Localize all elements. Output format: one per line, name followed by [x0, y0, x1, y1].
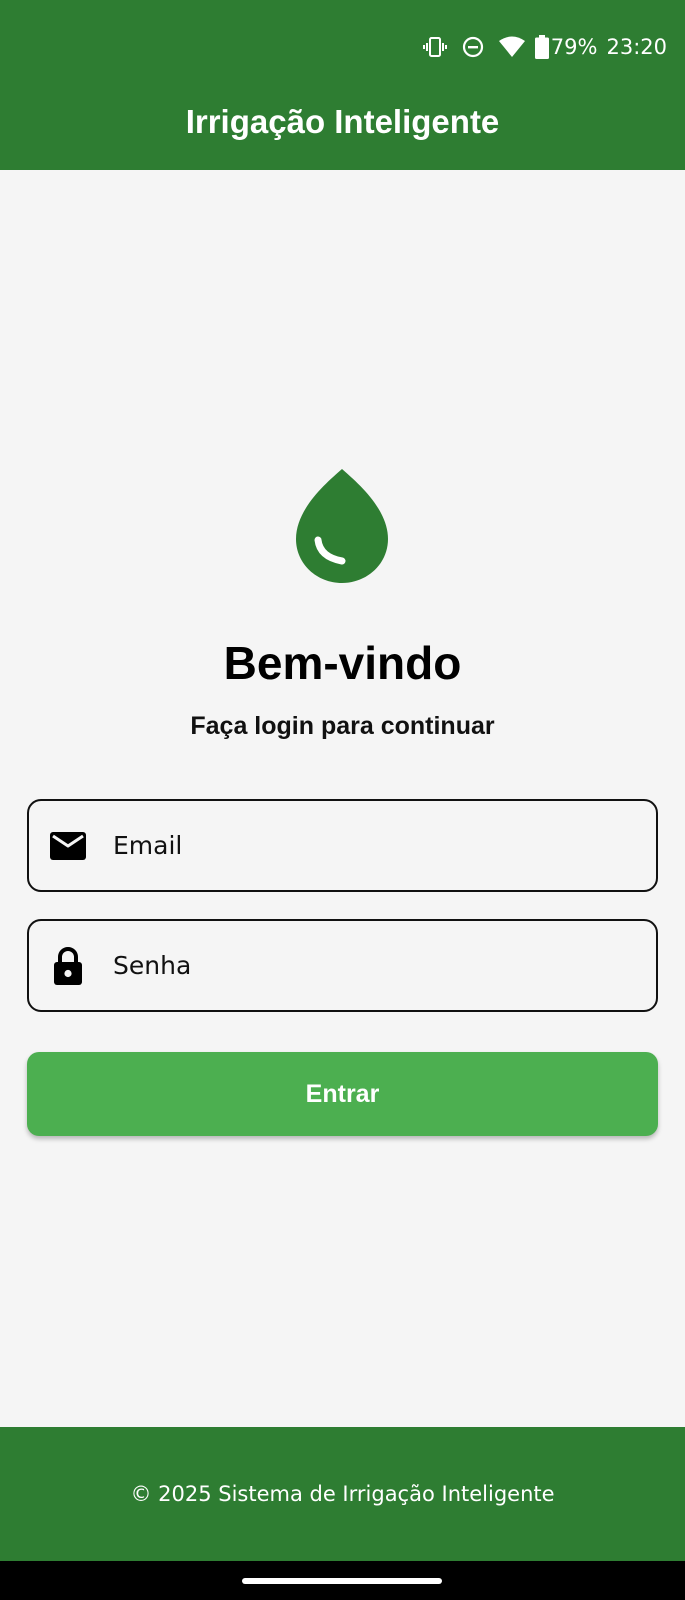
battery-icon	[534, 35, 549, 59]
app-title: Irrigação Inteligente	[185, 103, 500, 140]
system-nav-bar	[0, 1561, 685, 1600]
battery-percent: 79%	[550, 35, 598, 59]
lock-icon	[49, 946, 87, 985]
home-indicator[interactable]	[242, 1578, 442, 1584]
water-drop-icon	[296, 469, 388, 583]
clock: 23:20	[606, 35, 667, 59]
footer: © 2025 Sistema de Irrigação Inteligente	[0, 1427, 685, 1561]
login-button[interactable]: Entrar	[27, 1052, 658, 1136]
password-field[interactable]	[27, 919, 658, 1012]
status-icons: 79% 23:20	[422, 32, 667, 62]
password-input[interactable]	[113, 921, 643, 1010]
do-not-disturb-icon	[461, 35, 485, 59]
app-bar: 79% 23:20 Irrigação Inteligente	[0, 0, 685, 170]
login-subtitle: Faça login para continuar	[190, 712, 495, 740]
vibrate-icon	[422, 35, 447, 59]
welcome-heading: Bem-vindo	[223, 637, 462, 689]
email-input[interactable]	[113, 801, 643, 890]
status-bar: 79% 23:20	[0, 0, 685, 94]
footer-copyright: © 2025 Sistema de Irrigação Inteligente	[130, 1482, 555, 1506]
mail-icon	[49, 827, 87, 865]
email-field[interactable]	[27, 799, 658, 892]
login-screen: 79% 23:20 Irrigação Inteligente Bem-vind…	[0, 0, 685, 1600]
wifi-icon	[498, 36, 525, 58]
